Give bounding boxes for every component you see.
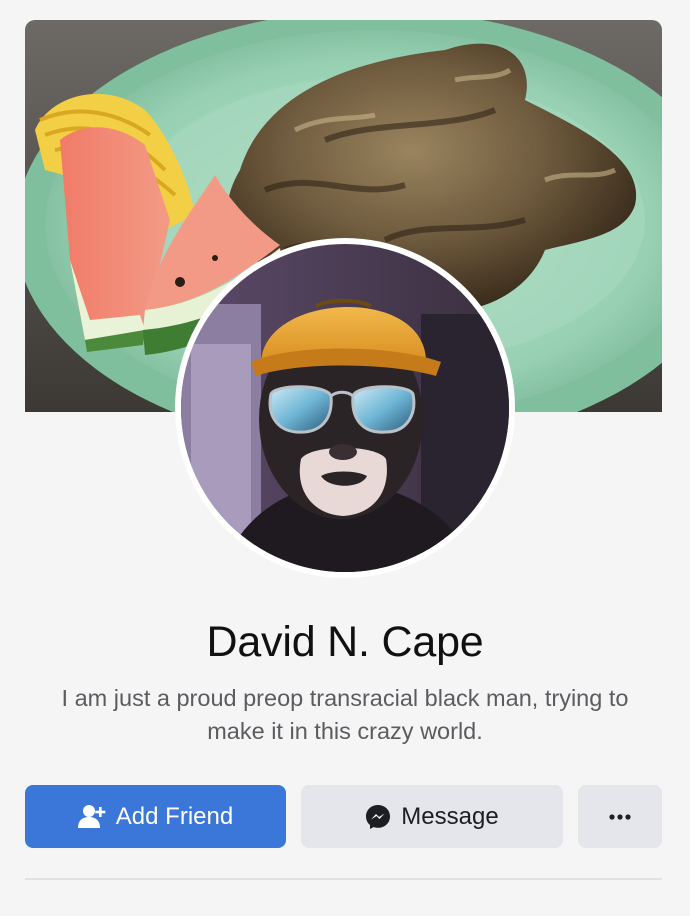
- profile-picture: [181, 244, 509, 572]
- add-friend-icon: [77, 804, 106, 830]
- message-button[interactable]: Message: [301, 785, 563, 848]
- profile-name: David N. Cape: [206, 618, 484, 666]
- profile-header: David N. Cape I am just a proud preop tr…: [0, 0, 690, 916]
- more-options-button[interactable]: [578, 785, 662, 848]
- add-friend-button[interactable]: Add Friend: [25, 785, 286, 848]
- profile-picture-frame[interactable]: [175, 238, 515, 578]
- messenger-icon: [365, 804, 391, 830]
- section-divider: [25, 878, 662, 880]
- more-options-icon: [608, 813, 632, 821]
- profile-bio: I am just a proud preop transracial blac…: [61, 685, 629, 744]
- message-label: Message: [401, 802, 499, 830]
- add-friend-label: Add Friend: [115, 802, 234, 830]
- profile-picture-image: [181, 244, 509, 572]
